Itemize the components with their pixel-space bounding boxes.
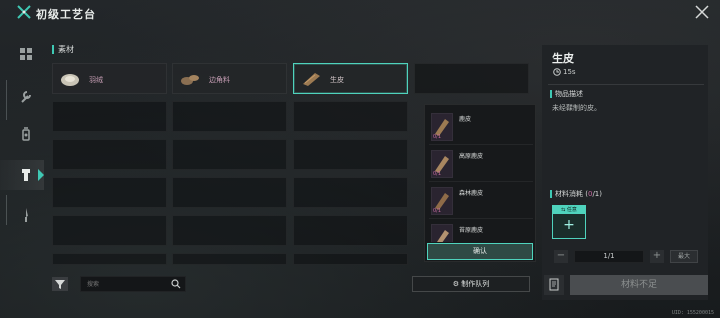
rail-active-indicator <box>38 169 44 181</box>
empty-slot <box>52 177 167 208</box>
variant-item[interactable]: 苔原鹿皮 <box>429 220 533 242</box>
empty-slot <box>293 177 408 208</box>
empty-slot <box>293 139 408 170</box>
down-feather-icon <box>61 74 79 86</box>
empty-slot <box>293 253 408 265</box>
cost-prefix: 材料消耗 ( <box>555 190 588 198</box>
empty-slot <box>172 139 287 170</box>
clock-icon <box>553 68 561 76</box>
material-cell-rawhide[interactable]: 生皮 <box>293 63 408 94</box>
search-icon[interactable] <box>171 279 181 289</box>
variant-name: 高原鹿皮 <box>459 153 484 160</box>
empty-slot <box>52 215 167 246</box>
add-icon: + <box>563 217 575 233</box>
empty-slot <box>293 215 408 246</box>
craft-button[interactable]: 材料不足 <box>570 275 708 295</box>
filter-icon <box>55 280 65 289</box>
uid-label: UID: 155200015 <box>671 310 714 316</box>
item-description: 未经鞣制的皮。 <box>552 104 601 112</box>
variant-name: 森林鹿皮 <box>459 190 484 197</box>
empty-slot <box>172 177 287 208</box>
note-icon <box>549 278 559 291</box>
variant-item[interactable]: 鹿皮 0/1 <box>429 109 533 145</box>
material-cell-scraps[interactable]: 边角料 <box>172 63 287 94</box>
materials-section-label: 素材 <box>52 45 74 54</box>
empty-slot <box>52 139 167 170</box>
filter-button[interactable] <box>52 277 68 291</box>
cost-suffix: /1) <box>592 190 602 198</box>
material-label: 边角料 <box>209 76 230 84</box>
confirm-button[interactable]: 确认 <box>427 243 533 260</box>
lantern-icon[interactable] <box>18 126 34 142</box>
variant-popup: 鹿皮 0/1 高原鹿皮 0/1 森林鹿皮 0/1 苔原鹿皮 确认 <box>424 104 536 262</box>
empty-slot <box>52 253 167 265</box>
craft-time: 15s <box>563 68 576 76</box>
empty-slot <box>293 101 408 132</box>
quantity-value[interactable]: 1/1 <box>574 250 644 263</box>
material-label: 羽绒 <box>89 76 103 84</box>
page-title: 初级工艺台 <box>36 8 96 21</box>
item-name: 生皮 <box>552 52 574 65</box>
variant-count: 0/1 <box>433 208 442 214</box>
empty-slot <box>172 253 287 265</box>
empty-slot <box>172 101 287 132</box>
crafting-queue-label: 制作队列 <box>461 280 490 288</box>
max-button[interactable]: 最大 <box>670 250 698 263</box>
rail-divider <box>6 195 7 225</box>
variant-name: 鹿皮 <box>459 116 472 123</box>
hide-icon <box>431 224 453 242</box>
empty-slot <box>52 101 167 132</box>
wrench-icon[interactable] <box>18 88 34 104</box>
rawhide-icon <box>303 73 320 86</box>
variant-item[interactable]: 高原鹿皮 0/1 <box>429 146 533 182</box>
increase-button[interactable]: + <box>650 250 664 263</box>
slot-caption-text: 任意 <box>566 207 577 213</box>
gear-icon: ⚙ <box>452 280 462 288</box>
crafting-queue-button[interactable]: ⚙ 制作队列 <box>412 276 530 292</box>
material-cost-header: 材料消耗 (0/1) <box>550 190 602 198</box>
recipe-note-button[interactable] <box>544 275 564 295</box>
material-cell-down[interactable]: 羽绒 <box>52 63 167 94</box>
variant-item[interactable]: 森林鹿皮 0/1 <box>429 183 533 219</box>
slot-caption: ⇆ 任意 <box>553 206 585 214</box>
description-header: 物品描述 <box>550 90 583 98</box>
knife-icon[interactable] <box>18 207 34 223</box>
variant-count: 0/1 <box>433 171 442 177</box>
material-label: 生皮 <box>330 76 344 84</box>
empty-slot <box>172 215 287 246</box>
crafting-logo-icon <box>17 5 31 19</box>
material-slot[interactable]: ⇆ 任意 + <box>552 205 586 239</box>
close-icon[interactable] <box>694 4 710 20</box>
divider <box>548 84 704 85</box>
rail-divider <box>6 80 7 120</box>
empty-slot <box>414 63 529 94</box>
grid-icon[interactable] <box>18 46 34 62</box>
flashlight-icon[interactable] <box>18 167 34 183</box>
variant-count: 0/1 <box>433 134 442 140</box>
variant-name: 苔原鹿皮 <box>459 227 484 234</box>
scraps-icon <box>181 75 199 85</box>
decrease-button[interactable]: − <box>554 250 568 263</box>
